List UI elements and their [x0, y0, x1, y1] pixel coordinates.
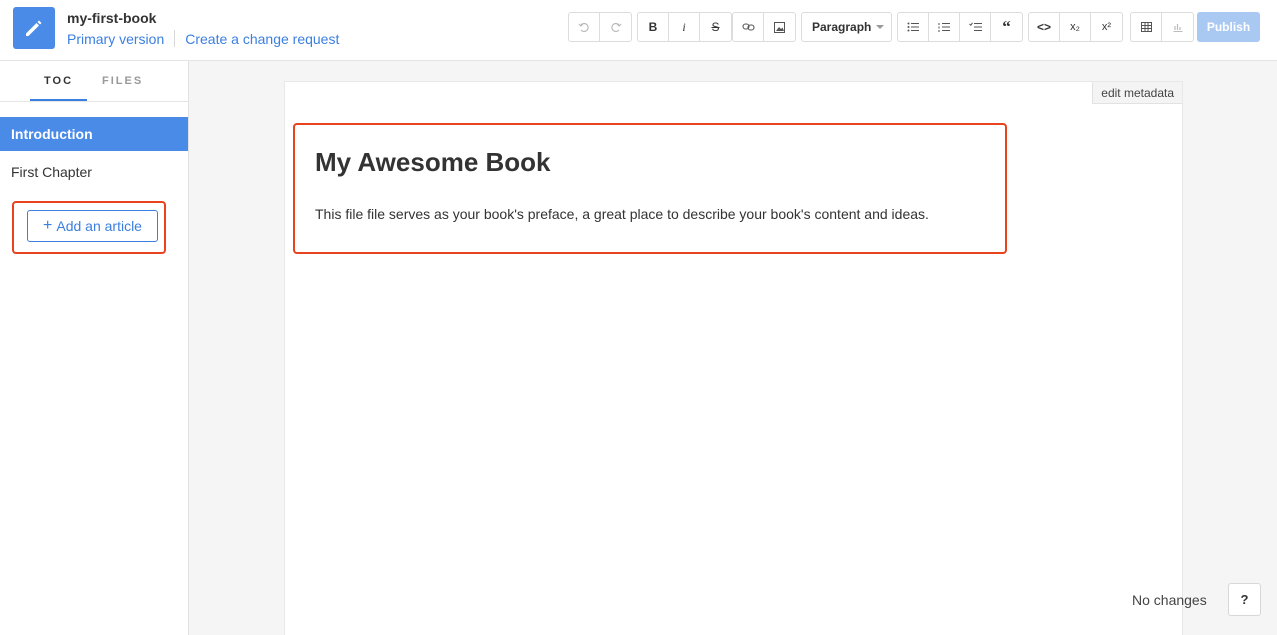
- redo-icon[interactable]: [600, 13, 631, 41]
- tab-files[interactable]: FILES: [102, 75, 143, 87]
- paragraph-style-select[interactable]: Paragraph: [801, 12, 892, 42]
- add-article-button[interactable]: + Add an article: [27, 210, 158, 242]
- table-group: [1130, 12, 1194, 42]
- help-button[interactable]: ?: [1228, 583, 1261, 616]
- active-tab-indicator: [30, 99, 87, 101]
- tab-toc[interactable]: TOC: [44, 75, 73, 87]
- divider: [174, 30, 176, 47]
- list-group: “: [897, 12, 1023, 42]
- numbered-list-icon[interactable]: [929, 13, 960, 41]
- format-group: B i S: [637, 12, 732, 42]
- superscript-button[interactable]: x²: [1091, 13, 1122, 41]
- chart-icon[interactable]: [1162, 13, 1193, 41]
- plus-icon: +: [43, 217, 53, 234]
- publish-button[interactable]: Publish: [1197, 12, 1260, 42]
- italic-button[interactable]: i: [669, 13, 700, 41]
- editor-area: edit metadata My Awesome Book This file …: [189, 61, 1277, 635]
- undo-icon[interactable]: [569, 13, 600, 41]
- app-header: my-first-book Primary version Create a c…: [0, 0, 1277, 61]
- table-icon[interactable]: [1131, 13, 1162, 41]
- link-icon[interactable]: [733, 13, 764, 41]
- book-title: my-first-book: [67, 10, 157, 26]
- document-title[interactable]: My Awesome Book: [315, 147, 551, 178]
- document-body[interactable]: This file file serves as your book's pre…: [315, 206, 929, 222]
- edit-metadata-button[interactable]: edit metadata: [1092, 82, 1182, 104]
- sidebar-tabs: TOC FILES: [0, 61, 188, 102]
- save-status: No changes: [1132, 592, 1207, 608]
- code-button[interactable]: <>: [1029, 13, 1060, 41]
- bold-button[interactable]: B: [638, 13, 669, 41]
- paragraph-label: Paragraph: [812, 20, 872, 34]
- toc-item-introduction[interactable]: Introduction: [0, 117, 188, 151]
- highlight-box: [293, 123, 1007, 254]
- code-group: <> x₂ x²: [1028, 12, 1123, 42]
- history-group: [568, 12, 632, 42]
- version-bar: Primary version Create a change request: [67, 30, 339, 47]
- blockquote-button[interactable]: “: [991, 13, 1022, 41]
- sidebar: TOC FILES Introduction First Chapter + A…: [0, 61, 189, 635]
- document-page[interactable]: edit metadata My Awesome Book This file …: [284, 81, 1183, 635]
- insert-group: [732, 12, 796, 42]
- task-list-icon[interactable]: [960, 13, 991, 41]
- pencil-icon[interactable]: [13, 7, 55, 49]
- change-request-link[interactable]: Create a change request: [185, 31, 339, 47]
- bullet-list-icon[interactable]: [898, 13, 929, 41]
- add-article-label: Add an article: [56, 218, 142, 234]
- primary-version-link[interactable]: Primary version: [67, 31, 164, 47]
- toc-item-first-chapter[interactable]: First Chapter: [11, 164, 92, 180]
- image-icon[interactable]: [764, 13, 795, 41]
- strikethrough-button[interactable]: S: [700, 13, 731, 41]
- subscript-button[interactable]: x₂: [1060, 13, 1091, 41]
- chevron-down-icon: [876, 25, 885, 29]
